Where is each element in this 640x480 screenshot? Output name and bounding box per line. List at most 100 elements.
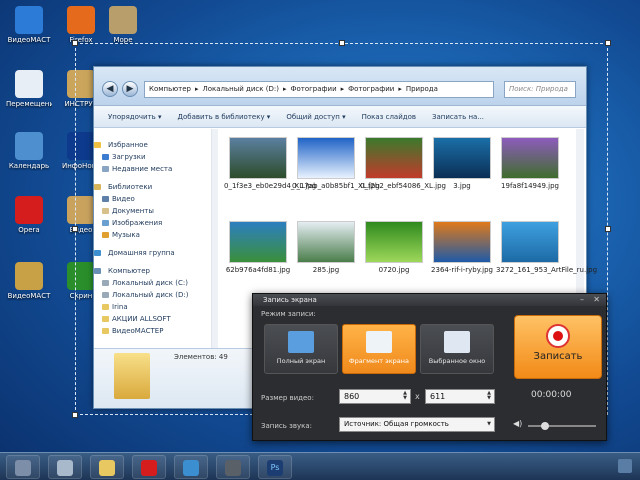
taskbar-monitor[interactable] bbox=[174, 455, 208, 479]
file-item[interactable]: 3.jpg bbox=[428, 137, 496, 190]
desktop-icon[interactable]: Firefox bbox=[58, 6, 104, 45]
resize-handle-ml[interactable] bbox=[72, 226, 78, 232]
desktop-icon[interactable]: Календарь bbox=[6, 132, 52, 171]
sidebar-item[interactable]: Локальный диск (C:) bbox=[94, 277, 211, 289]
sidebar-item[interactable]: Домашняя группа bbox=[94, 247, 211, 259]
resize-handle-mr[interactable] bbox=[605, 226, 611, 232]
desktop-icon[interactable]: ВидеоМАСТ bbox=[6, 6, 52, 45]
video-size-label: Размер видео: bbox=[261, 394, 314, 402]
file-item[interactable]: 285.jpg bbox=[292, 221, 360, 274]
window-icon bbox=[444, 331, 470, 353]
volume-slider[interactable] bbox=[528, 422, 596, 430]
sidebar-item[interactable]: Загрузки bbox=[94, 151, 211, 163]
toolbar-button[interactable]: Показ слайдов bbox=[362, 113, 416, 121]
sidebar-item-label: Музыка bbox=[112, 231, 140, 239]
width-input[interactable]: 860 ▲ ▼ bbox=[339, 389, 411, 404]
toolbar-button[interactable]: Добавить в библиотеку ▾ bbox=[178, 113, 271, 121]
file-item[interactable]: 19fa8f14949.jpg bbox=[496, 137, 564, 190]
folder-icon bbox=[102, 328, 109, 334]
file-item[interactable]: 0720.jpg bbox=[360, 221, 428, 274]
file-name: 2364-rif-i-ryby.jpg bbox=[431, 266, 493, 274]
file-item[interactable]: 62b976a4fd81.jpg bbox=[224, 221, 292, 274]
toolbar-button[interactable]: Записать на... bbox=[432, 113, 484, 121]
fragment-icon bbox=[366, 331, 392, 353]
file-item[interactable]: 2364-rif-i-ryby.jpg bbox=[428, 221, 496, 274]
desktop-icon-label: ВидеоМАСТ bbox=[7, 36, 51, 44]
taskbar-opera[interactable] bbox=[132, 455, 166, 479]
mode-button[interactable]: Выбранное окно bbox=[420, 324, 494, 374]
app-icon bbox=[15, 6, 43, 34]
navigation-scrollbar[interactable] bbox=[212, 129, 218, 351]
sidebar-item[interactable]: Локальный диск (D:) bbox=[94, 289, 211, 301]
back-button[interactable]: ◀ bbox=[102, 81, 118, 97]
taskbar: Ps bbox=[0, 452, 640, 480]
file-item[interactable]: 0_17ab_a0b85bf1_XL.jpg bbox=[292, 137, 380, 190]
width-spinner-icon[interactable]: ▲ ▼ bbox=[401, 391, 409, 402]
sidebar-item[interactable]: ВидеоМАСТЕР bbox=[94, 325, 211, 337]
folder-icon bbox=[102, 280, 109, 286]
explorer-titlebar: ◀ ▶ Компьютер ▸ Локальный диск (D:) ▸ Фотогр… bbox=[94, 67, 586, 106]
mode-label: Полный экран bbox=[276, 357, 326, 365]
folder-icon bbox=[102, 166, 109, 172]
taskbar-item-2[interactable] bbox=[48, 455, 82, 479]
resize-handle-bl[interactable] bbox=[72, 412, 78, 418]
resize-handle-tl[interactable] bbox=[72, 40, 78, 46]
file-item[interactable]: 0_1f3e3_eb0e29d4_XL.jpg bbox=[224, 137, 316, 190]
app-icon bbox=[15, 132, 43, 160]
sidebar-item[interactable]: Изображения bbox=[94, 217, 211, 229]
desktop-icon[interactable]: Перемещени статей.txt bbox=[6, 70, 52, 109]
mode-button[interactable]: Фрагмент экрана bbox=[342, 324, 416, 374]
toolbar-button[interactable]: Общий доступ ▾ bbox=[286, 113, 345, 121]
desktop-icon[interactable]: Opera bbox=[6, 196, 52, 235]
file-name: 285.jpg bbox=[312, 266, 340, 274]
sidebar-item-label: ВидеоМАСТЕР bbox=[112, 327, 164, 335]
taskbar-photoshop[interactable]: Ps bbox=[258, 455, 292, 479]
file-item[interactable]: 3272_161_953_ArtFile_ru.jpg bbox=[496, 221, 597, 274]
file-item[interactable]: 0_f2b2_ebf54086_XL.jpg bbox=[360, 137, 446, 190]
taskbar-explorer[interactable] bbox=[90, 455, 124, 479]
sound-source-select[interactable]: Источник: Общая громкость ▼ bbox=[339, 417, 495, 432]
toolbar-button[interactable]: Упорядочить ▾ bbox=[108, 113, 162, 121]
sidebar-item[interactable]: Избранное bbox=[94, 139, 211, 151]
record-button[interactable]: Записать bbox=[514, 315, 602, 379]
sidebar-item[interactable]: Недавние места bbox=[94, 163, 211, 175]
search-input[interactable]: Поиск: Природа bbox=[504, 81, 576, 98]
record-label: Записать bbox=[533, 351, 583, 362]
height-input[interactable]: 611 ▲ ▼ bbox=[425, 389, 495, 404]
breadcrumb-item[interactable]: Фотографии bbox=[290, 85, 336, 93]
breadcrumb-item[interactable]: Фотографии bbox=[348, 85, 394, 93]
sidebar-item[interactable]: Музыка bbox=[94, 229, 211, 241]
sidebar-item[interactable]: Библиотеки bbox=[94, 181, 211, 193]
sidebar-item[interactable]: Компьютер bbox=[94, 265, 211, 277]
chevron-down-icon[interactable]: ▼ bbox=[485, 419, 493, 430]
resize-handle-tr[interactable] bbox=[605, 40, 611, 46]
sidebar-item[interactable]: Irina bbox=[94, 301, 211, 313]
minimize-icon[interactable]: – bbox=[580, 294, 584, 306]
explorer-toolbar: Упорядочить ▾ Добавить в библиотеку ▾ Общи… bbox=[94, 106, 586, 128]
taskbar-recorder[interactable] bbox=[216, 455, 250, 479]
resize-handle-tm[interactable] bbox=[339, 40, 345, 46]
sidebar-item[interactable]: Документы bbox=[94, 205, 211, 217]
speaker-icon[interactable]: ◀) bbox=[513, 419, 522, 428]
sidebar-item[interactable]: Видео bbox=[94, 193, 211, 205]
desktop-icon[interactable]: ВидеоМАСТ bbox=[6, 262, 52, 301]
breadcrumb-item[interactable]: Локальный диск (D:) bbox=[202, 85, 278, 93]
breadcrumb-item[interactable]: Природа bbox=[406, 85, 438, 93]
forward-button[interactable]: ▶ bbox=[122, 81, 138, 97]
breadcrumb-item[interactable]: Компьютер bbox=[149, 85, 191, 93]
close-icon[interactable]: ✕ bbox=[593, 294, 600, 306]
sidebar-item[interactable]: АКЦИИ ALLSOFT bbox=[94, 313, 211, 325]
mode-button[interactable]: Полный экран bbox=[264, 324, 338, 374]
width-value: 860 bbox=[344, 392, 360, 401]
address-bar[interactable]: Компьютер ▸ Локальный диск (D:) ▸ Фотографии… bbox=[144, 81, 494, 98]
app-icon bbox=[225, 460, 241, 476]
height-spinner-icon[interactable]: ▲ ▼ bbox=[485, 391, 493, 402]
taskbar-item-1[interactable] bbox=[6, 455, 40, 479]
volume-slider-knob[interactable] bbox=[541, 422, 549, 430]
desktop-icon[interactable]: Море bbox=[100, 6, 146, 45]
folder-icon bbox=[94, 184, 101, 190]
app-icon bbox=[57, 460, 73, 476]
folder-icon bbox=[94, 268, 101, 274]
record-icon bbox=[546, 324, 570, 348]
notification-flag-icon[interactable] bbox=[618, 459, 632, 473]
